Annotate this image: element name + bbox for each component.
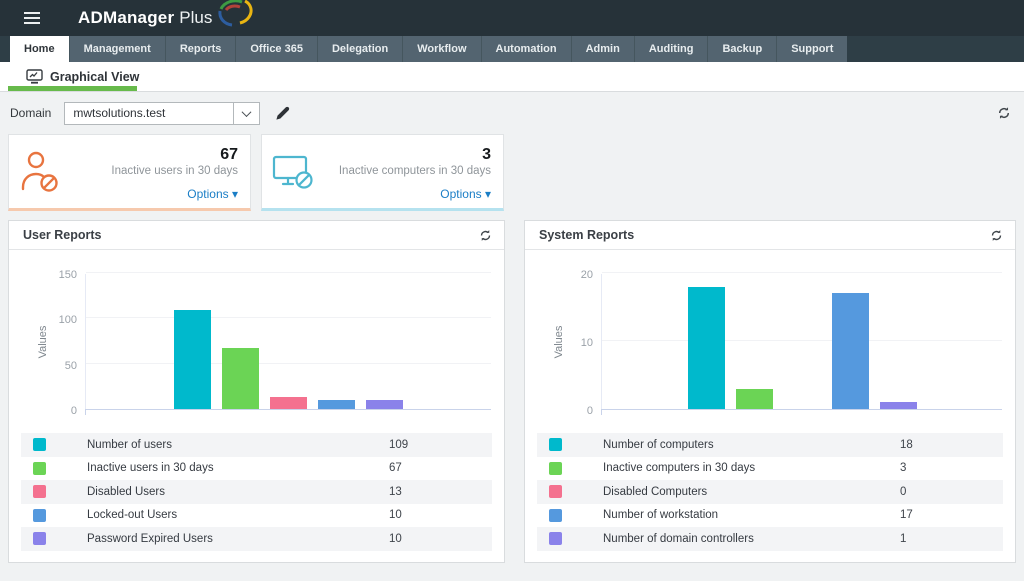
- app-header: ADManager Plus: [0, 0, 1024, 36]
- refresh-icon: [997, 106, 1011, 120]
- system-reports-bar-chart: Values 20 10 0: [525, 250, 1015, 433]
- bar-password-expired-users: [366, 400, 403, 409]
- bar-locked-out-users: [318, 400, 355, 409]
- legend-row[interactable]: Number of domain controllers 1: [537, 527, 1003, 551]
- legend-swatch: [549, 509, 562, 522]
- subnav-label: Graphical View: [50, 70, 139, 84]
- legend-row[interactable]: Inactive users in 30 days 67: [21, 457, 492, 481]
- legend-swatch: [33, 438, 46, 451]
- legend-row[interactable]: Number of workstation 17: [537, 504, 1003, 528]
- tab-admin[interactable]: Admin: [571, 36, 634, 62]
- summary-cards: 67 Inactive users in 30 days Options ▾ 3…: [0, 134, 1024, 211]
- edit-domain-button[interactable]: [275, 106, 290, 121]
- tab-management[interactable]: Management: [69, 36, 165, 62]
- y-tick: 0: [587, 405, 593, 417]
- line-chart-icon: [26, 69, 43, 84]
- refresh-dashboard-button[interactable]: [997, 106, 1011, 120]
- bar-inactive-users: [222, 348, 259, 409]
- chevron-down-icon[interactable]: [233, 103, 259, 124]
- bar-inactive-computers: [736, 389, 773, 409]
- tab-delegation[interactable]: Delegation: [317, 36, 402, 62]
- user-reports-legend: Number of users 109 Inactive users in 30…: [21, 433, 492, 551]
- y-tick: 20: [581, 269, 593, 281]
- inactive-computers-card[interactable]: 3 Inactive computers in 30 days Options …: [261, 134, 504, 211]
- domain-toolbar: Domain mwtsolutions.test: [0, 92, 1024, 134]
- app-logo: ADManager Plus: [78, 3, 258, 33]
- bar-disabled-users: [270, 397, 307, 409]
- legend-swatch: [33, 485, 46, 498]
- plot-area: [85, 274, 491, 410]
- tab-support[interactable]: Support: [776, 36, 847, 62]
- caret-down-icon: ▾: [232, 187, 238, 201]
- y-axis: 20 10 0: [525, 274, 593, 410]
- tab-office-365[interactable]: Office 365: [235, 36, 317, 62]
- refresh-system-reports-button[interactable]: [990, 229, 1003, 242]
- domain-select-value: mwtsolutions.test: [65, 106, 233, 120]
- legend-row[interactable]: Number of computers 18: [537, 433, 1003, 457]
- app-name: ADManager: [78, 8, 174, 28]
- legend-swatch: [33, 532, 46, 545]
- y-tick: 0: [71, 405, 77, 417]
- y-tick: 10: [581, 337, 593, 349]
- active-tab-underline: [8, 86, 137, 91]
- legend-swatch: [549, 462, 562, 475]
- hamburger-menu-icon[interactable]: [24, 9, 40, 27]
- pencil-icon: [277, 106, 290, 119]
- subnav-item-graphical-view[interactable]: Graphical View: [26, 69, 139, 84]
- bar-number-of-users: [174, 310, 211, 409]
- tab-workflow[interactable]: Workflow: [402, 36, 480, 62]
- legend-row[interactable]: Inactive computers in 30 days 3: [537, 457, 1003, 481]
- tab-auditing[interactable]: Auditing: [634, 36, 708, 62]
- inactive-users-card[interactable]: 67 Inactive users in 30 days Options ▾: [8, 134, 251, 211]
- domain-label: Domain: [10, 106, 51, 120]
- inactive-users-label: Inactive users in 30 days: [73, 165, 238, 177]
- tab-backup[interactable]: Backup: [707, 36, 776, 62]
- legend-swatch: [33, 509, 46, 522]
- legend-swatch: [549, 438, 562, 451]
- system-reports-legend: Number of computers 18 Inactive computer…: [537, 433, 1003, 551]
- system-reports-title: System Reports: [539, 228, 990, 242]
- inactive-users-count: 67: [73, 146, 238, 164]
- subnav: Graphical View: [0, 62, 1024, 92]
- user-reports-bar-chart: Values 150 100 50 0: [9, 250, 504, 433]
- bar-domain-controllers: [880, 402, 917, 409]
- y-tick: 50: [65, 360, 77, 372]
- options-dropdown-button[interactable]: Options ▾: [187, 187, 238, 201]
- legend-row[interactable]: Disabled Computers 0: [537, 480, 1003, 504]
- options-dropdown-button[interactable]: Options ▾: [440, 187, 491, 201]
- refresh-icon: [479, 229, 492, 242]
- user-disabled-icon: [9, 135, 73, 208]
- legend-swatch: [33, 462, 46, 475]
- legend-row[interactable]: Locked-out Users 10: [21, 504, 492, 528]
- refresh-icon: [990, 229, 1003, 242]
- report-panels: User Reports Values 150 100 50 0: [8, 220, 1016, 563]
- plot-area: [601, 274, 1002, 410]
- user-reports-title: User Reports: [23, 228, 479, 242]
- bar-number-of-computers: [688, 287, 725, 409]
- main-nav: Home Management Reports Office 365 Deleg…: [0, 36, 1024, 62]
- tab-home[interactable]: Home: [10, 36, 69, 62]
- legend-row[interactable]: Number of users 109: [21, 433, 492, 457]
- inactive-computers-label: Inactive computers in 30 days: [326, 165, 491, 177]
- tab-automation[interactable]: Automation: [481, 36, 571, 62]
- y-tick: 100: [59, 314, 77, 326]
- legend-row[interactable]: Password Expired Users 10: [21, 527, 492, 551]
- tab-reports[interactable]: Reports: [165, 36, 236, 62]
- refresh-user-reports-button[interactable]: [479, 229, 492, 242]
- y-tick: 150: [59, 269, 77, 281]
- inactive-computers-count: 3: [326, 146, 491, 164]
- legend-row[interactable]: Disabled Users 13: [21, 480, 492, 504]
- domain-select[interactable]: mwtsolutions.test: [64, 102, 260, 125]
- legend-swatch: [549, 485, 562, 498]
- computer-disabled-icon: [262, 135, 326, 208]
- bar-workstations: [832, 293, 869, 409]
- brand-swirl-icon: [214, 0, 258, 28]
- legend-swatch: [549, 532, 562, 545]
- caret-down-icon: ▾: [485, 187, 491, 201]
- user-reports-panel: User Reports Values 150 100 50 0: [8, 220, 505, 563]
- system-reports-panel: System Reports Values 20 10 0: [524, 220, 1016, 563]
- y-axis: 150 100 50 0: [9, 274, 77, 410]
- app-name-suffix: Plus: [179, 8, 212, 28]
